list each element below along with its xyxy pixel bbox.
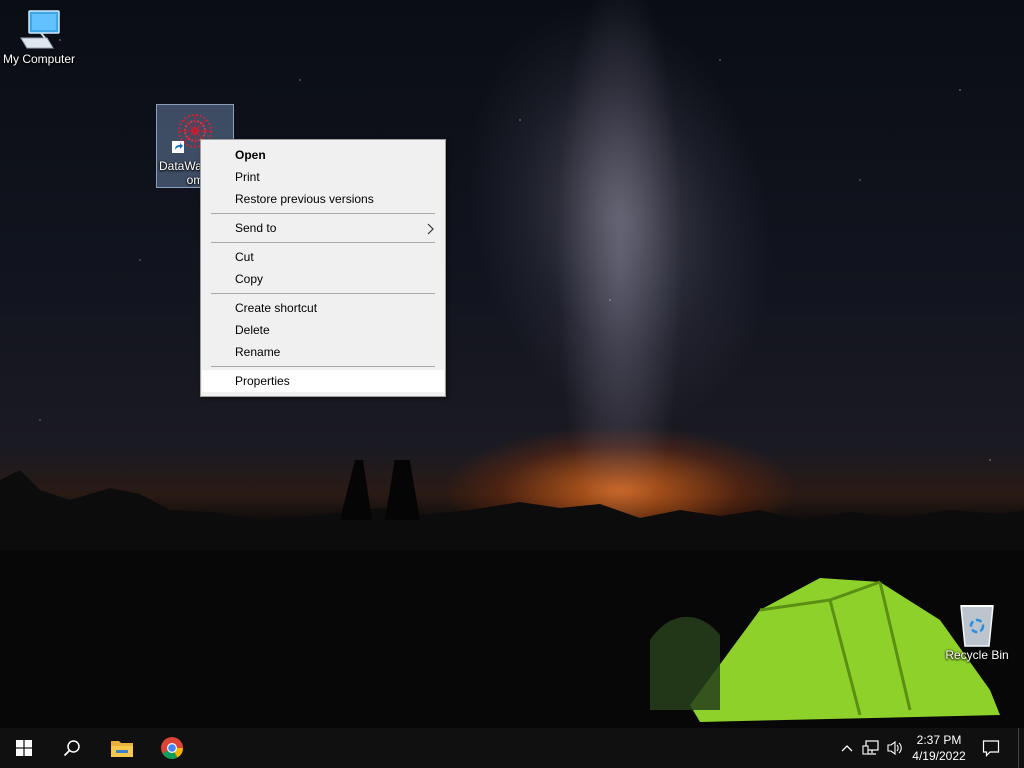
chrome-icon	[161, 737, 183, 759]
stars	[0, 0, 1024, 520]
show-desktop-button[interactable]	[1018, 728, 1024, 768]
chrome-button[interactable]	[148, 728, 196, 768]
action-center-button[interactable]	[978, 728, 1004, 768]
volume-button[interactable]	[884, 728, 906, 768]
menu-item-send-to[interactable]: Send to	[201, 217, 445, 239]
my-computer-desktop-icon[interactable]: My Computer	[0, 8, 78, 66]
menu-separator	[211, 213, 435, 214]
menu-item-cut[interactable]: Cut	[201, 246, 445, 268]
folder-icon	[111, 741, 133, 757]
menu-item-properties[interactable]: Properties	[202, 370, 444, 392]
file-explorer-button[interactable]	[98, 728, 146, 768]
recycle-bin-label: Recycle Bin	[945, 648, 1009, 662]
computer-monitor-icon	[20, 10, 60, 49]
menu-separator	[211, 293, 435, 294]
windows-logo-icon	[16, 740, 32, 756]
mountain-silhouette	[0, 460, 1024, 728]
menu-separator	[211, 366, 435, 367]
my-computer-label: My Computer	[2, 52, 76, 66]
start-button[interactable]	[0, 728, 48, 768]
desktop-wallpaper	[0, 0, 1024, 728]
recycle-bin-desktop-icon[interactable]: Recycle Bin	[938, 602, 1016, 662]
menu-item-create-shortcut[interactable]: Create shortcut	[201, 297, 445, 319]
notification-icon	[982, 740, 1000, 757]
show-hidden-icons-button[interactable]	[838, 728, 856, 768]
menu-item-restore-previous-versions[interactable]: Restore previous versions	[201, 188, 445, 210]
clock-time: 2:37 PM	[916, 733, 962, 747]
shortcut-arrow-icon	[172, 141, 184, 153]
menu-item-delete[interactable]: Delete	[201, 319, 445, 341]
send-to-label: Send to	[235, 221, 277, 235]
menu-item-print[interactable]: Print	[201, 166, 445, 188]
chevron-up-icon	[841, 745, 853, 752]
clock-date: 4/19/2022	[912, 749, 966, 763]
network-button[interactable]	[860, 728, 882, 768]
speaker-icon	[887, 740, 902, 756]
taskbar: 2:37 PM 4/19/2022	[0, 728, 1024, 768]
menu-item-open[interactable]: Open	[201, 144, 445, 166]
search-icon	[63, 740, 80, 757]
search-button[interactable]	[48, 728, 96, 768]
menu-item-rename[interactable]: Rename	[201, 341, 445, 363]
recycle-bin-icon	[960, 605, 994, 647]
context-menu: Open Print Restore previous versions Sen…	[200, 139, 446, 397]
taskbar-clock[interactable]: 2:37 PM 4/19/2022	[906, 732, 972, 764]
network-icon	[862, 740, 879, 755]
chevron-right-icon	[427, 223, 434, 235]
menu-separator	[211, 242, 435, 243]
menu-item-copy[interactable]: Copy	[201, 268, 445, 290]
